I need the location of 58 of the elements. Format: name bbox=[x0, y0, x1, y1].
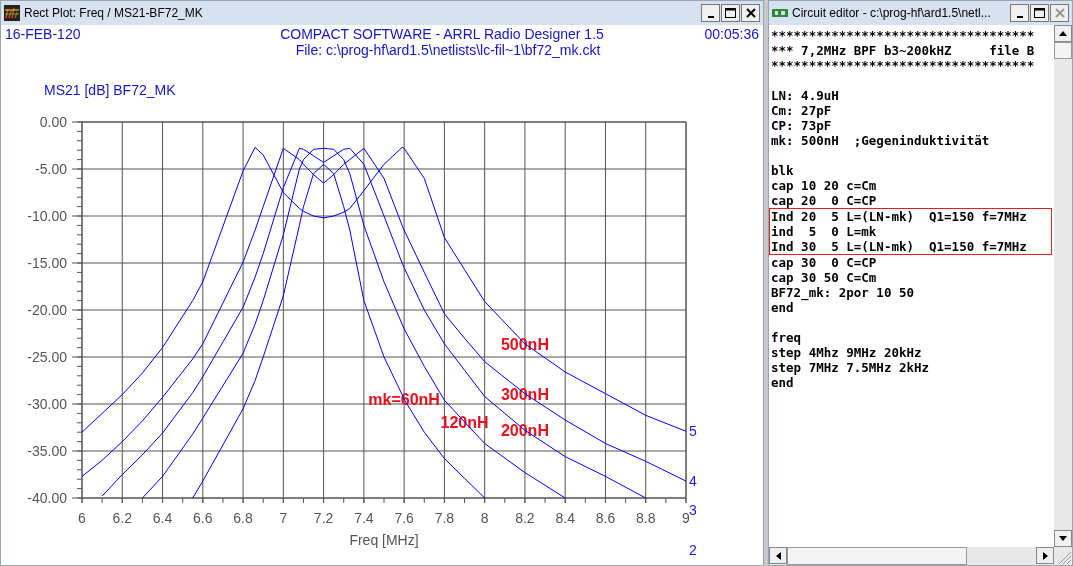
code-line: freq bbox=[771, 330, 803, 345]
trace-number: 3 bbox=[689, 502, 697, 518]
code-line: ind 5 0 L=mk bbox=[769, 224, 1052, 239]
code-line: step 7MHz 7.5MHz 2kHz bbox=[771, 360, 931, 375]
axis-title: Freq [MHz] bbox=[349, 532, 419, 548]
code-line: Ind 30 5 L=(LN-mk) Q1=150 f=7MHz bbox=[769, 239, 1052, 255]
code-line: *********************************** bbox=[771, 28, 1036, 43]
trace-number: 4 bbox=[689, 473, 697, 490]
axis-tick-label: 7.4 bbox=[354, 510, 374, 526]
axis-tick-label: -20.00 bbox=[27, 302, 67, 318]
code-line: BF72_mk: 2por 10 50 bbox=[771, 285, 915, 300]
code-line: CP: 73pF bbox=[771, 118, 833, 133]
code-line: cap 20 0 C=CP bbox=[771, 193, 878, 208]
axis-tick-label: 6 bbox=[78, 510, 86, 526]
axis-tick-label: 7 bbox=[279, 510, 288, 526]
code-line: *** 7,2MHz BPF b3~200kHZ file B bbox=[771, 43, 1036, 58]
axis-tick-label: -25.00 bbox=[27, 349, 67, 365]
code-line: cap 10 20 c=Cm bbox=[771, 178, 878, 193]
code-line: cap 30 50 C=Cm bbox=[771, 270, 878, 285]
axis-tick-label: -40.00 bbox=[27, 490, 67, 506]
axis-tick-label: -35.00 bbox=[27, 443, 67, 459]
axis-tick-label: 6.8 bbox=[233, 510, 253, 526]
code-line: end bbox=[771, 300, 794, 315]
axis-tick-label: -30.00 bbox=[27, 396, 67, 412]
window-title: Circuit editor - c:\prog-hf\ard1.5\netl... bbox=[792, 6, 992, 20]
code-line: Ind 20 5 L=(LN-mk) Q1=150 f=7MHz bbox=[769, 208, 1052, 224]
date-text: 16-FEB-120 bbox=[5, 26, 82, 42]
axis-tick-label: 6.6 bbox=[193, 510, 213, 526]
code-line: cap 30 0 C=CP bbox=[771, 255, 878, 270]
axis-tick-label: 6.2 bbox=[112, 510, 132, 526]
time-text: 00:05:36 bbox=[703, 26, 759, 42]
axis-tick-label: 7.6 bbox=[394, 510, 414, 526]
axis-tick-label: 9 bbox=[682, 510, 690, 526]
trace-number: 5 bbox=[689, 423, 697, 440]
code-line: LN: 4.9uH bbox=[771, 88, 840, 103]
code-line: *********************************** bbox=[771, 58, 1036, 73]
code-line: step 4Mhz 9MHz 20kHz bbox=[771, 345, 923, 360]
axis-tick-label: 7.2 bbox=[313, 510, 334, 526]
axis-tick-label: 8.8 bbox=[636, 510, 656, 526]
axis-tick-label: 7.8 bbox=[434, 510, 455, 526]
code-line: Cm: 27pF bbox=[771, 103, 833, 118]
code-line: blk bbox=[771, 163, 795, 178]
program-heading: COMPACT SOFTWARE - ARRL Radio Designer 1.5 bbox=[279, 26, 605, 42]
axis-tick-label: -15.00 bbox=[27, 255, 67, 271]
axis-tick-label: 8 bbox=[480, 510, 489, 526]
axis-tick-label: 0.00 bbox=[39, 114, 67, 130]
code-line: mk: 500nH ;Gegeninduktivität bbox=[771, 133, 991, 148]
window-title: Rect Plot: Freq / MS21-BF72_MK bbox=[24, 6, 204, 20]
axis-tick-label: 8.4 bbox=[555, 510, 575, 526]
axis-tick-label: -5.00 bbox=[35, 161, 67, 177]
chart-title: MS21 [dB] BF72_MK bbox=[44, 82, 176, 98]
axis-tick-label: 8.6 bbox=[595, 510, 616, 526]
axis-tick-label: 8.2 bbox=[515, 510, 535, 526]
axis-tick-label: -10.00 bbox=[27, 208, 67, 224]
axis-tick-label: 6.4 bbox=[152, 510, 173, 526]
file-path: File: c:\prog-hf\ard1.5\netlists\lc-fil~1\bf72_mk.ckt bbox=[294, 42, 602, 58]
code-line: end bbox=[771, 375, 795, 390]
trace-number: 2 bbox=[689, 542, 697, 558]
